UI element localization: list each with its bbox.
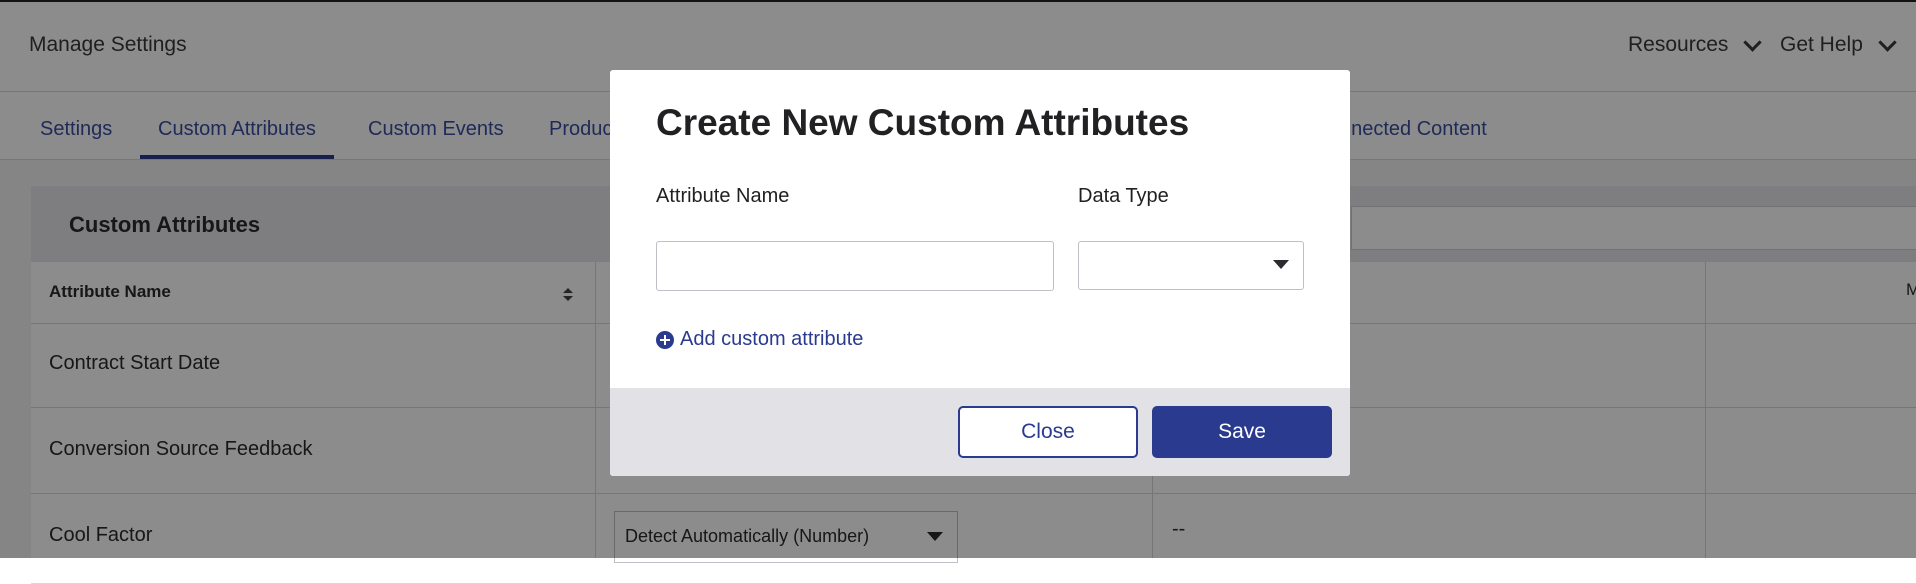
close-button[interactable]: Close [958,406,1138,458]
add-custom-attribute-label: Add custom attribute [680,328,864,350]
modal-footer: Close Save [610,388,1350,476]
add-custom-attribute-link[interactable]: Add custom attribute [656,328,863,351]
save-button[interactable]: Save [1152,406,1332,458]
modal-title: Create New Custom Attributes [656,102,1190,143]
data-type-select[interactable] [1078,241,1304,290]
caret-down-icon [1273,260,1289,269]
app: Manage Settings Resources Get Help Setti… [0,0,1916,584]
attribute-name-input[interactable] [656,241,1054,291]
plus-circle-icon [656,330,674,349]
data-type-label: Data Type [1078,185,1169,207]
create-attributes-modal: Create New Custom Attributes Attribute N… [610,70,1350,476]
attribute-name-label: Attribute Name [656,185,790,207]
